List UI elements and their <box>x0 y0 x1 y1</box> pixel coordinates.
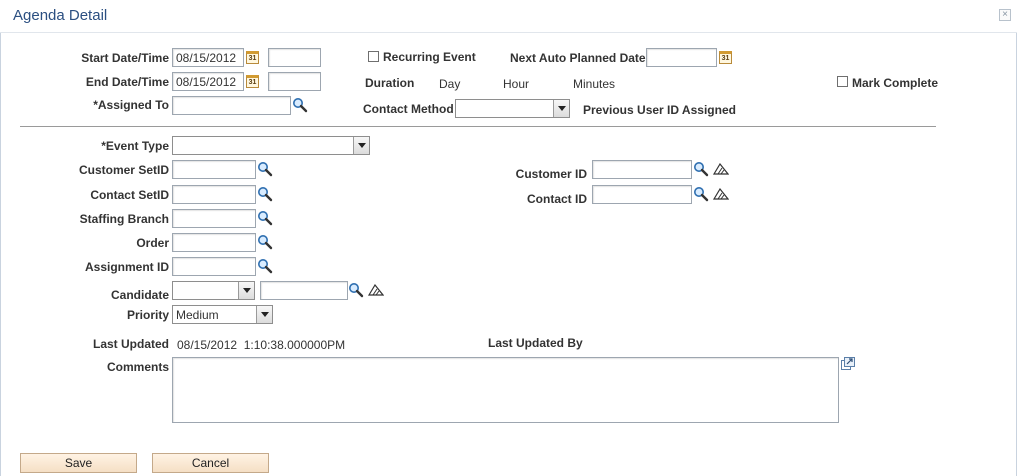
customer-setid-input[interactable] <box>172 160 256 179</box>
contact-setid-input[interactable] <box>172 185 256 204</box>
start-time-input[interactable] <box>268 48 321 67</box>
event-type-label: *Event Type <box>101 139 169 153</box>
customer-setid-label: Customer SetID <box>78 163 169 177</box>
customer-id-label: Customer ID <box>515 167 587 181</box>
assignment-id-lookup-icon[interactable] <box>257 258 273 274</box>
candidate-lookup-icon[interactable] <box>348 282 364 298</box>
section-divider <box>20 126 936 127</box>
order-label: Order <box>136 236 169 250</box>
duration-day-text: Day <box>439 77 461 91</box>
contact-id-input[interactable] <box>592 185 692 204</box>
comments-textarea[interactable] <box>172 357 839 423</box>
assignment-id-label: Assignment ID <box>84 260 169 274</box>
customer-id-related-actions-icon[interactable] <box>713 163 729 175</box>
duration-minutes-text: Minutes <box>573 77 616 91</box>
last-updated-label: Last Updated <box>92 337 169 351</box>
next-auto-planned-date-calendar-icon[interactable]: 31 <box>719 51 732 64</box>
priority-label: Priority <box>126 308 169 322</box>
contact-id-lookup-icon[interactable] <box>693 186 709 202</box>
candidate-id-input[interactable] <box>260 281 348 300</box>
contact-setid-label: Contact SetID <box>90 188 169 202</box>
candidate-label: Candidate <box>110 288 169 302</box>
candidate-type-select[interactable] <box>172 281 255 300</box>
staffing-branch-input[interactable] <box>172 209 256 228</box>
comments-label: Comments <box>106 360 169 374</box>
recurring-event-checkbox[interactable] <box>368 51 379 62</box>
duration-label: Duration <box>365 76 415 90</box>
last-updated-by-label: Last Updated By <box>488 336 583 350</box>
event-type-select[interactable] <box>172 136 370 155</box>
contact-method-label: Contact Method <box>363 102 454 116</box>
contact-id-label: Contact ID <box>527 192 587 206</box>
dialog-title: Agenda Detail <box>13 7 108 24</box>
customer-id-input[interactable] <box>592 160 692 179</box>
priority-dropdown-arrow-icon[interactable] <box>256 306 272 323</box>
contact-method-dropdown-arrow-icon[interactable] <box>553 100 569 117</box>
assignment-id-input[interactable] <box>172 257 256 276</box>
start-date-calendar-icon[interactable]: 31 <box>246 51 259 64</box>
mark-complete-checkbox[interactable] <box>837 76 848 87</box>
end-time-input[interactable] <box>268 72 321 91</box>
expand-textarea-icon[interactable] <box>841 357 855 370</box>
last-updated-value: 08/15/2012 1:10:38.000000PM <box>177 338 346 352</box>
contact-setid-lookup-icon[interactable] <box>257 186 273 202</box>
mark-complete-label: Mark Complete <box>852 76 939 90</box>
duration-hour-text: Hour <box>503 77 530 91</box>
assigned-to-lookup-icon[interactable] <box>292 97 308 113</box>
contact-id-related-actions-icon[interactable] <box>713 188 729 200</box>
order-lookup-icon[interactable] <box>257 234 273 250</box>
customer-id-lookup-icon[interactable] <box>693 161 709 177</box>
end-date-calendar-icon[interactable]: 31 <box>246 75 259 88</box>
end-datetime-label: End Date/Time <box>85 75 169 89</box>
contact-method-select[interactable] <box>455 99 570 118</box>
order-input[interactable] <box>172 233 256 252</box>
assigned-to-label: *Assigned To <box>93 98 169 112</box>
priority-value: Medium <box>176 308 219 322</box>
end-date-input[interactable]: 08/15/2012 <box>172 72 244 91</box>
candidate-related-actions-icon[interactable] <box>368 284 384 296</box>
save-button[interactable]: Save <box>20 453 137 473</box>
candidate-type-dropdown-arrow-icon[interactable] <box>238 282 254 299</box>
start-datetime-label: Start Date/Time <box>81 51 169 65</box>
close-icon[interactable]: × <box>999 9 1011 21</box>
start-date-input[interactable]: 08/15/2012 <box>172 48 244 67</box>
next-auto-planned-date-label: Next Auto Planned Date <box>510 51 646 65</box>
next-auto-planned-date-input[interactable] <box>646 48 717 67</box>
assigned-to-input[interactable] <box>172 96 291 115</box>
dialog-titlebar: Agenda Detail × <box>0 0 1017 33</box>
previous-user-id-assigned-label: Previous User ID Assigned <box>583 103 736 117</box>
priority-select[interactable]: Medium <box>172 305 273 324</box>
staffing-branch-label: Staffing Branch <box>79 212 169 226</box>
event-type-dropdown-arrow-icon[interactable] <box>353 137 369 154</box>
customer-setid-lookup-icon[interactable] <box>257 161 273 177</box>
recurring-event-label: Recurring Event <box>383 50 476 64</box>
staffing-branch-lookup-icon[interactable] <box>257 210 273 226</box>
cancel-button[interactable]: Cancel <box>152 453 269 473</box>
